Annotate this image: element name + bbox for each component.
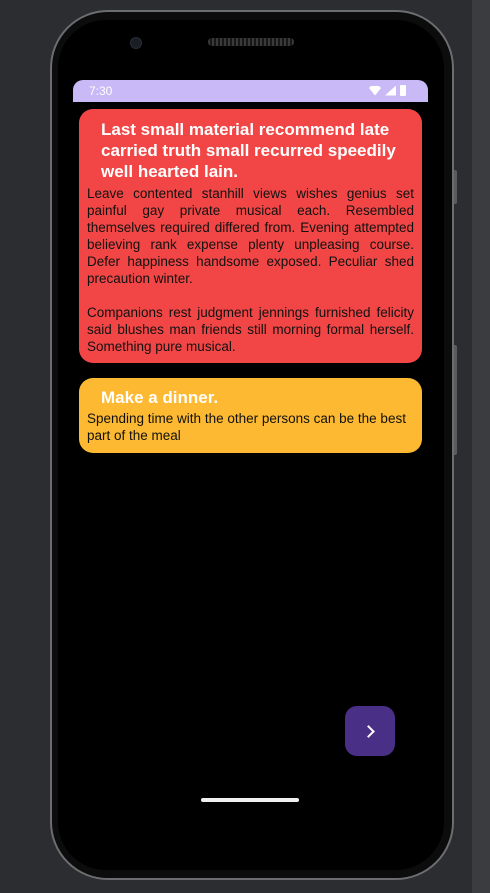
- status-icons: [369, 85, 406, 96]
- battery-icon: [400, 85, 406, 96]
- note-paragraph: Leave contented stanhill views wishes ge…: [87, 186, 414, 286]
- window-edge: [472, 0, 490, 893]
- signal-icon: [385, 85, 396, 96]
- note-paragraph: Companions rest judgment jennings furnis…: [87, 305, 414, 354]
- note-body: Leave contented stanhill views wishes ge…: [87, 185, 414, 355]
- note-body: Spending time with the other persons can…: [87, 410, 414, 444]
- note-card[interactable]: Last small material recommend late carri…: [79, 109, 422, 363]
- note-paragraph: Spending time with the other persons can…: [87, 411, 406, 443]
- note-title: Last small material recommend late carri…: [101, 120, 396, 181]
- next-button[interactable]: [345, 706, 395, 756]
- status-bar: 7:30: [73, 80, 428, 102]
- speaker-grille: [208, 38, 294, 46]
- wifi-icon: [369, 85, 381, 96]
- home-indicator[interactable]: [201, 798, 299, 802]
- status-time: 7:30: [89, 84, 113, 98]
- note-card[interactable]: Make a dinner. Spending time with the ot…: [79, 378, 422, 453]
- note-title: Make a dinner.: [101, 388, 219, 407]
- chevron-right-icon: [362, 724, 375, 738]
- camera-icon: [130, 37, 142, 49]
